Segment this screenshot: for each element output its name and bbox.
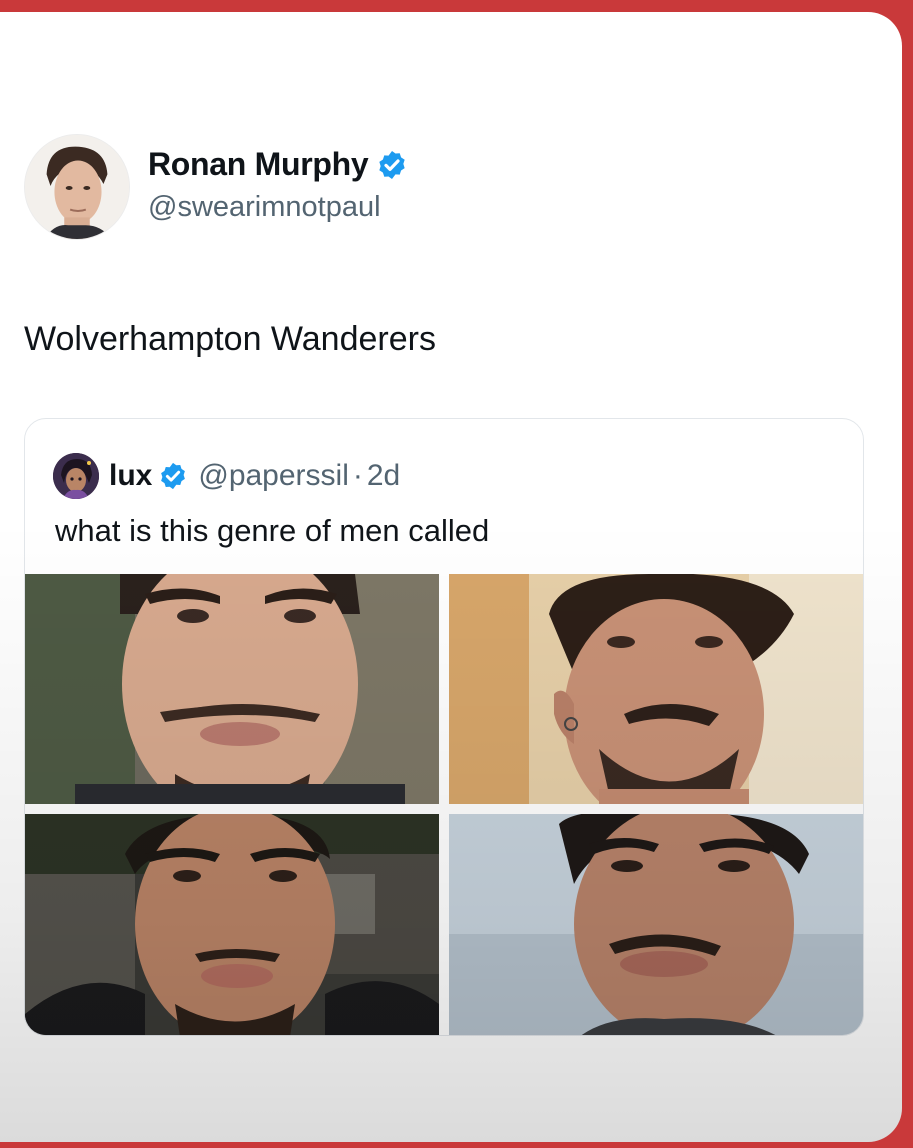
tweet-author[interactable]: Ronan Murphy @swearimnotpaul — [24, 134, 408, 240]
photo-1-image — [25, 574, 439, 804]
author-handle[interactable]: @swearimnotpaul — [148, 191, 408, 224]
photo-3-image — [25, 814, 439, 1035]
quoted-separator: · — [352, 459, 363, 492]
tweet-text: Wolverhampton Wanderers — [24, 320, 436, 358]
quoted-timestamp[interactable]: 2d — [367, 459, 400, 493]
verified-badge-icon — [376, 149, 408, 181]
photo-3[interactable] — [25, 814, 439, 1035]
photo-4-image — [449, 814, 863, 1035]
quoted-tweet-text: what is this genre of men called — [55, 513, 490, 548]
photo-4[interactable] — [449, 814, 863, 1035]
quoted-verified-badge-icon — [158, 461, 188, 491]
quoted-handle[interactable]: @paperssil — [198, 459, 349, 493]
quoted-tweet-header: lux @paperssil · 2d — [53, 453, 400, 499]
photo-2[interactable] — [449, 574, 863, 804]
screenshot-frame: Ronan Murphy @swearimnotpaul Wolverhampt… — [0, 12, 902, 1142]
photo-grid — [25, 574, 863, 1035]
quoted-tweet-card[interactable]: lux @paperssil · 2d what is this genre o… — [24, 418, 864, 1036]
author-display-name[interactable]: Ronan Murphy — [148, 146, 369, 183]
author-avatar[interactable] — [24, 134, 130, 240]
photo-2-image — [449, 574, 863, 804]
quoted-display-name[interactable]: lux — [109, 459, 152, 493]
quoted-author-avatar[interactable] — [53, 453, 99, 499]
photo-1[interactable] — [25, 574, 439, 804]
quoted-avatar-image — [53, 453, 99, 499]
author-avatar-image — [25, 135, 129, 239]
author-name-row: Ronan Murphy — [148, 146, 408, 183]
author-names: Ronan Murphy @swearimnotpaul — [148, 146, 408, 224]
